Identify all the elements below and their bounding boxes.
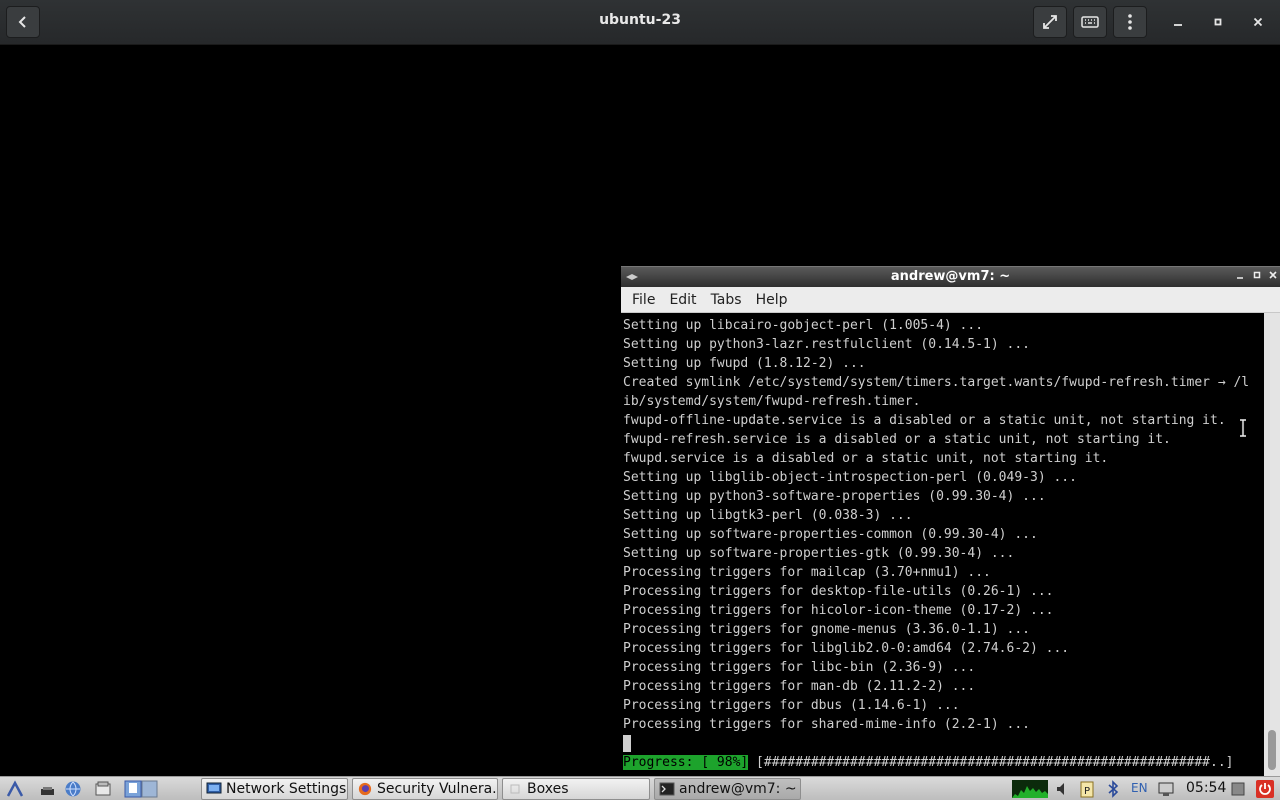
minimize-button[interactable]	[1162, 6, 1194, 38]
svg-text:P: P	[1084, 786, 1090, 797]
apt-progress-line: Progress: [ 98%] [######################…	[623, 753, 1264, 772]
close-icon	[1253, 17, 1263, 27]
close-icon	[1269, 271, 1277, 279]
network-tray-icon[interactable]	[1157, 780, 1175, 798]
menu-file[interactable]: File	[625, 292, 662, 308]
web-browser-icon[interactable]	[64, 780, 82, 798]
task-label: Boxes	[527, 781, 569, 797]
terminal-line: Processing triggers for desktop-file-uti…	[623, 584, 1054, 599]
terminal-cursor-line	[623, 734, 1264, 753]
terminal-line: Setting up software-properties-common (0…	[623, 527, 1038, 542]
terminal-line: Setting up python3-lazr.restfulclient (0…	[623, 337, 1030, 352]
terminal-minimize-button[interactable]	[1233, 270, 1247, 284]
close-button[interactable]	[1242, 6, 1274, 38]
terminal-line: Processing triggers for mailcap (3.70+nm…	[623, 565, 991, 580]
firefox-icon	[358, 782, 372, 796]
task-network-settings[interactable]: Network Settings	[201, 778, 348, 800]
boxes-header-bar: ubuntu-23	[0, 0, 1280, 45]
terminal-line: Processing triggers for dbus (1.14.6-1) …	[623, 698, 960, 713]
clipboard-icon[interactable]: P	[1078, 780, 1096, 798]
text-cursor-icon	[1240, 419, 1246, 437]
terminal-line: Setting up fwupd (1.8.12-2) ...	[623, 356, 866, 371]
clock[interactable]: 05:54	[1186, 780, 1226, 796]
network-settings-icon	[206, 782, 222, 794]
terminal-line: Processing triggers for shared-mime-info…	[623, 717, 1030, 732]
file-manager-icon[interactable]	[94, 780, 112, 798]
terminal-line: Processing triggers for libglib2.0-0:amd…	[623, 641, 1070, 656]
boxes-icon	[510, 784, 520, 794]
workspace-switcher-icon[interactable]	[124, 780, 158, 798]
terminal-menubar: File Edit Tabs Help	[621, 287, 1280, 313]
menu-tabs[interactable]: Tabs	[704, 292, 749, 308]
terminal-line: fwupd-offline-update.service is a disabl…	[623, 413, 1226, 428]
minimize-icon	[1174, 24, 1182, 26]
fullscreen-button[interactable]	[1033, 6, 1067, 38]
terminal-line: Created symlink /etc/systemd/system/time…	[623, 375, 1250, 390]
menu-edit[interactable]: Edit	[662, 292, 703, 308]
task-terminal[interactable]: andrew@vm7: ~	[654, 778, 801, 800]
power-icon[interactable]	[1256, 780, 1274, 798]
terminal-line: Processing triggers for gnome-menus (3.3…	[623, 622, 1030, 637]
maximize-icon	[1214, 18, 1222, 26]
terminal-line: Setting up software-properties-gtk (0.99…	[623, 546, 1015, 561]
start-menu-icon[interactable]	[6, 780, 24, 798]
task-security-vulnera[interactable]: Security Vulnera...	[352, 778, 498, 800]
fullscreen-icon	[1043, 15, 1057, 29]
maximize-button[interactable]	[1202, 6, 1234, 38]
terminal-line: fwupd-refresh.service is a disabled or a…	[623, 432, 1171, 447]
progress-label: Progress: [ 98%]	[623, 755, 749, 770]
task-label: Network Settings	[226, 781, 347, 797]
progress-bar: [#######################################…	[748, 755, 1234, 770]
keyboard-icon	[1081, 16, 1099, 28]
terminal-cursor	[623, 735, 631, 752]
task-label: Security Vulnera...	[377, 781, 498, 797]
task-boxes[interactable]: Boxes	[502, 778, 650, 800]
maximize-icon	[1253, 271, 1261, 279]
terminal-line: ib/systemd/system/fwupd-refresh.timer.	[623, 394, 921, 409]
minimize-icon	[1237, 277, 1243, 279]
kebab-menu-icon	[1128, 14, 1132, 30]
volume-icon[interactable]	[1054, 780, 1072, 798]
terminal-title: andrew@vm7: ~	[890, 269, 1011, 284]
terminal-line: Processing triggers for man-db (2.11.2-2…	[623, 679, 976, 694]
terminal-line: Setting up libgtk3-perl (0.038-3) ...	[623, 508, 913, 523]
menu-button[interactable]	[1113, 6, 1147, 38]
bluetooth-icon[interactable]	[1104, 780, 1122, 798]
cpu-monitor-icon[interactable]	[1012, 780, 1048, 798]
terminal-maximize-button[interactable]	[1250, 270, 1264, 284]
terminal-scrollbar[interactable]	[1264, 313, 1280, 776]
terminal-line: Setting up python3-software-properties (…	[623, 489, 1046, 504]
terminal-line: Setting up libglib-object-introspection-…	[623, 470, 1077, 485]
menu-help[interactable]: Help	[749, 292, 795, 308]
terminal-icon	[659, 782, 675, 796]
terminal-line: Processing triggers for libc-bin (2.36-9…	[623, 660, 976, 675]
show-desktop-icon[interactable]	[38, 780, 56, 798]
lock-screen-icon[interactable]	[1229, 780, 1247, 798]
keyboard-button[interactable]	[1073, 6, 1107, 38]
taskbar: Network Settings Security Vulnera... Box…	[0, 776, 1280, 800]
terminal-window[interactable]: andrew@vm7: ~ File Edit Tabs Help Settin…	[621, 266, 1280, 776]
scrollbar-thumb[interactable]	[1268, 730, 1276, 770]
keyboard-layout-indicator[interactable]: EN	[1131, 781, 1148, 795]
terminal-close-button[interactable]	[1266, 270, 1280, 284]
terminal-output[interactable]: Setting up libcairo-gobject-perl (1.005-…	[621, 313, 1264, 776]
terminal-line: fwupd.service is a disabled or a static …	[623, 451, 1109, 466]
terminal-line: Setting up libcairo-gobject-perl (1.005-…	[623, 318, 984, 333]
terminal-titlebar[interactable]: andrew@vm7: ~	[621, 266, 1280, 287]
terminal-line: Processing triggers for hicolor-icon-the…	[623, 603, 1054, 618]
task-label: andrew@vm7: ~	[679, 781, 797, 797]
